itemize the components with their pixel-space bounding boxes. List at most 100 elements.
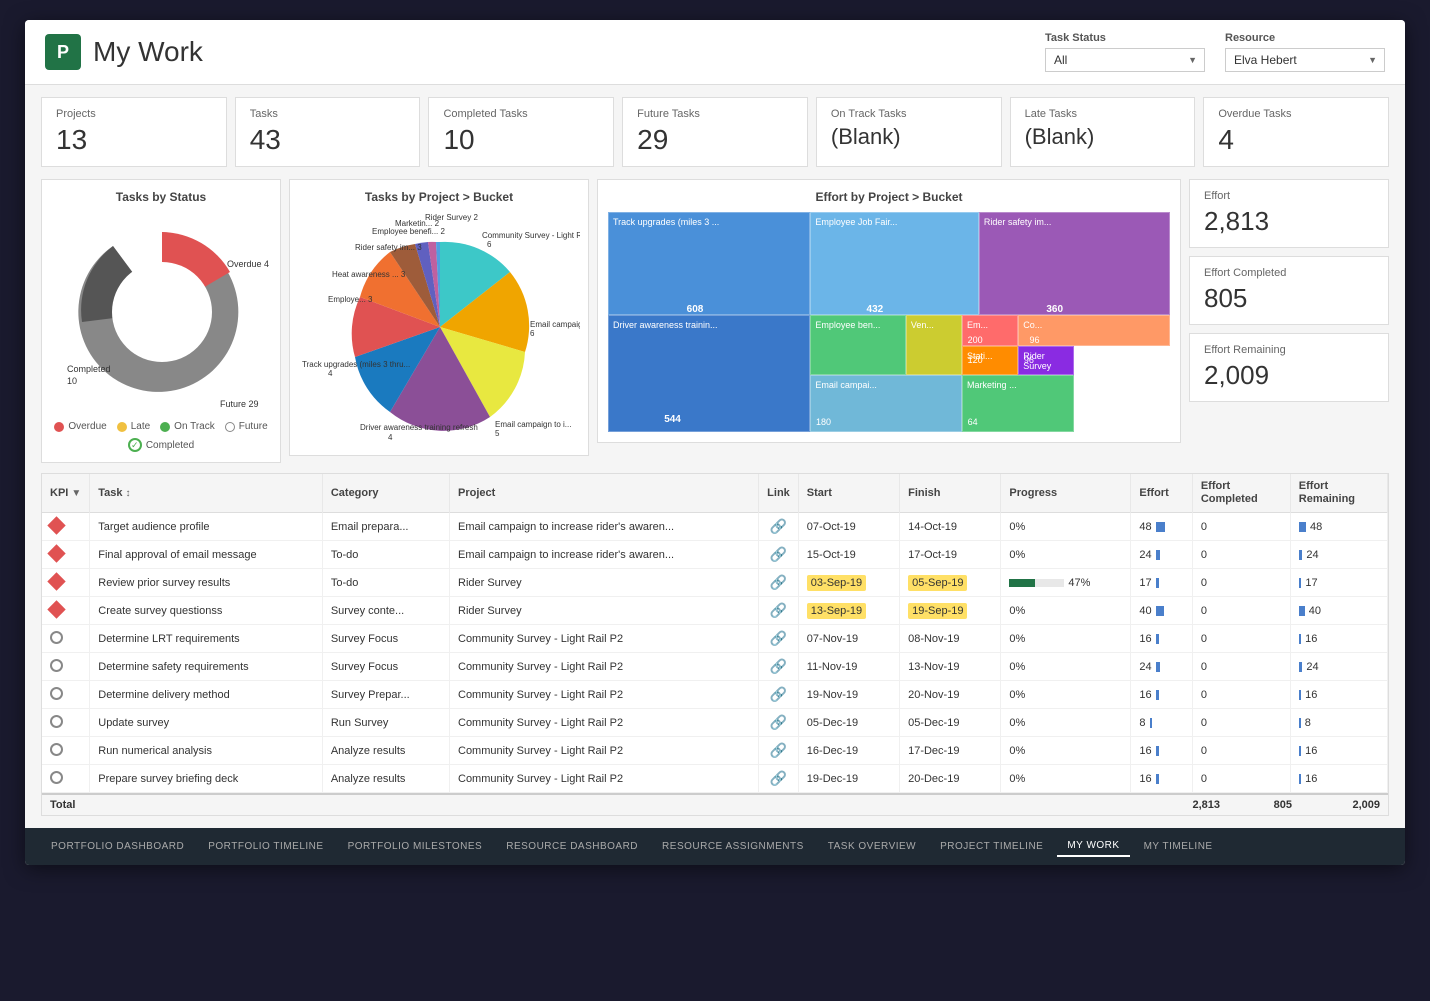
- finish-date: 08-Nov-19: [908, 633, 959, 645]
- treemap-cell-5[interactable]: Employee ben...: [810, 315, 906, 374]
- effort-completed-cell: 0: [1192, 597, 1290, 625]
- main-content: Projects 13 Tasks 43 Completed Tasks 10 …: [25, 85, 1405, 828]
- effort-remaining-wrap: 17: [1299, 577, 1379, 589]
- col-start[interactable]: Start: [798, 474, 899, 513]
- legend-ontrack[interactable]: On Track: [160, 421, 215, 432]
- finish-date: 17-Dec-19: [908, 745, 959, 757]
- link-icon[interactable]: 🔗: [770, 518, 787, 534]
- ontrack-legend-label: On Track: [174, 421, 215, 432]
- metric-effort-completed: Effort Completed 805: [1189, 256, 1389, 325]
- ontrack-dot: [160, 422, 170, 432]
- col-progress[interactable]: Progress: [1001, 474, 1131, 513]
- effort-val: 16: [1139, 745, 1151, 757]
- link-icon[interactable]: 🔗: [770, 602, 787, 618]
- resource-select-wrapper[interactable]: Elva Hebert: [1225, 48, 1385, 72]
- tab-portfolio-timeline[interactable]: PORTFOLIO TIMELINE: [198, 837, 333, 856]
- link-cell[interactable]: 🔗: [759, 513, 799, 541]
- donut-center: [112, 262, 212, 362]
- task-status-select[interactable]: All: [1045, 48, 1205, 72]
- treemap-cell-6[interactable]: Ven...: [906, 315, 962, 374]
- task-sort-icon[interactable]: ↕: [126, 488, 131, 499]
- col-category[interactable]: Category: [322, 474, 449, 513]
- treemap-cell-9[interactable]: Email campai...: [810, 375, 962, 432]
- treemap-cell-1-label: Track upgrades (miles 3 ...: [613, 217, 719, 227]
- link-icon[interactable]: 🔗: [770, 686, 787, 702]
- effort-remaining-bar: [1299, 774, 1301, 784]
- legend-future[interactable]: Future: [225, 421, 268, 432]
- table-row: Create survey questionss Survey conte...…: [42, 597, 1388, 625]
- effort-remaining-bar: [1299, 578, 1302, 588]
- link-cell[interactable]: 🔗: [759, 653, 799, 681]
- link-icon[interactable]: 🔗: [770, 630, 787, 646]
- col-project[interactable]: Project: [450, 474, 759, 513]
- tab-portfolio-dashboard[interactable]: PORTFOLIO DASHBOARD: [41, 837, 194, 856]
- legend-completed[interactable]: ✓ Completed: [128, 438, 194, 452]
- tab-resource-dashboard[interactable]: RESOURCE DASHBOARD: [496, 837, 648, 856]
- kpi-future-tasks-value: 29: [637, 124, 793, 156]
- effort-cell: 16: [1139, 633, 1183, 645]
- header-left: P My Work: [45, 34, 203, 70]
- link-cell[interactable]: 🔗: [759, 765, 799, 793]
- link-cell[interactable]: 🔗: [759, 597, 799, 625]
- donut-chart-card: Tasks by Status Overdue 4 Completed 10 F…: [41, 179, 281, 463]
- table-header-row: KPI ▼ Task ↕ Category Project Link Start…: [42, 474, 1388, 513]
- treemap-cell-4[interactable]: Driver awareness trainin...: [608, 315, 810, 432]
- data-table: KPI ▼ Task ↕ Category Project Link Start…: [42, 474, 1388, 793]
- tab-portfolio-milestones[interactable]: PORTFOLIO MILESTONES: [338, 837, 493, 856]
- effort-cell-wrap: 16: [1131, 737, 1192, 765]
- tab-my-timeline[interactable]: MY TIMELINE: [1134, 837, 1223, 856]
- link-icon[interactable]: 🔗: [770, 742, 787, 758]
- task-status-select-wrapper[interactable]: All: [1045, 48, 1205, 72]
- treemap-cell-3[interactable]: Rider safety im...: [979, 212, 1170, 315]
- treemap-cell-12[interactable]: Marketing ...: [962, 375, 1074, 432]
- kpi-sort-icon[interactable]: ▼: [71, 488, 81, 499]
- link-cell[interactable]: 🔗: [759, 541, 799, 569]
- treemap-cell-2[interactable]: Employee Job Fair...: [810, 212, 979, 315]
- effort-remaining-wrap: 16: [1299, 773, 1379, 785]
- link-cell[interactable]: 🔗: [759, 709, 799, 737]
- link-cell[interactable]: 🔗: [759, 569, 799, 597]
- col-effort-remaining[interactable]: EffortRemaining: [1290, 474, 1387, 513]
- effort-cell: 24: [1139, 661, 1183, 673]
- effort-bar: [1150, 718, 1152, 728]
- table-row: Determine LRT requirements Survey Focus …: [42, 625, 1388, 653]
- col-task[interactable]: Task ↕: [90, 474, 323, 513]
- kpi-late-tasks: Late Tasks (Blank): [1010, 97, 1196, 167]
- tab-task-overview[interactable]: TASK OVERVIEW: [818, 837, 926, 856]
- treemap-cell-1[interactable]: Track upgrades (miles 3 ...: [608, 212, 810, 315]
- treemap-cell-8[interactable]: Co...: [1018, 315, 1170, 346]
- start-cell: 07-Oct-19: [798, 513, 899, 541]
- tab-resource-assignments[interactable]: RESOURCE ASSIGNMENTS: [652, 837, 814, 856]
- link-cell[interactable]: 🔗: [759, 737, 799, 765]
- col-kpi[interactable]: KPI ▼: [42, 474, 90, 513]
- effort-cell-wrap: 16: [1131, 625, 1192, 653]
- link-icon[interactable]: 🔗: [770, 714, 787, 730]
- category-cell: Survey conte...: [322, 597, 449, 625]
- link-icon[interactable]: 🔗: [770, 658, 787, 674]
- link-icon[interactable]: 🔗: [770, 574, 787, 590]
- start-cell: 19-Nov-19: [798, 681, 899, 709]
- effort-val: 48: [1139, 521, 1151, 533]
- link-icon[interactable]: 🔗: [770, 770, 787, 786]
- col-effort[interactable]: Effort: [1131, 474, 1192, 513]
- legend-overdue[interactable]: Overdue: [54, 421, 106, 432]
- kpi-late-tasks-value: (Blank): [1025, 124, 1181, 150]
- donut-chart-title: Tasks by Status: [52, 190, 270, 204]
- metric-effort-label: Effort: [1204, 190, 1374, 202]
- effort-val: 8: [1139, 717, 1145, 729]
- col-link[interactable]: Link: [759, 474, 799, 513]
- table-row: Prepare survey briefing deck Analyze res…: [42, 765, 1388, 793]
- resource-select[interactable]: Elva Hebert: [1225, 48, 1385, 72]
- table-row: Review prior survey results To-do Rider …: [42, 569, 1388, 597]
- tab-project-timeline[interactable]: PROJECT TIMELINE: [930, 837, 1053, 856]
- link-icon[interactable]: 🔗: [770, 546, 787, 562]
- tab-my-work[interactable]: MY WORK: [1057, 836, 1129, 857]
- effort-completed-cell: 0: [1192, 513, 1290, 541]
- col-effort-completed[interactable]: EffortCompleted: [1192, 474, 1290, 513]
- effort-remaining-val: 48: [1310, 521, 1322, 533]
- link-cell[interactable]: 🔗: [759, 625, 799, 653]
- col-finish[interactable]: Finish: [900, 474, 1001, 513]
- link-cell[interactable]: 🔗: [759, 681, 799, 709]
- kpi-overdue-icon: [47, 544, 65, 562]
- legend-late[interactable]: Late: [117, 421, 150, 432]
